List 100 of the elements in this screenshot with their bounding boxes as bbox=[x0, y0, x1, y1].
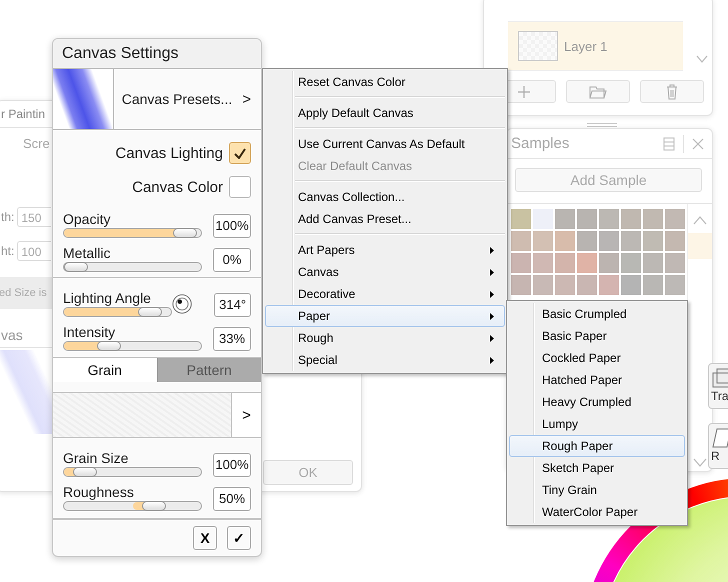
color-swatch[interactable] bbox=[665, 253, 685, 273]
menu-item[interactable]: Add Canvas Preset... bbox=[265, 208, 505, 230]
menu-item[interactable]: Rough bbox=[265, 327, 505, 349]
checkmark-icon bbox=[234, 148, 246, 158]
color-swatch[interactable] bbox=[621, 253, 641, 273]
color-swatch[interactable] bbox=[511, 275, 531, 295]
color-swatch[interactable] bbox=[555, 275, 575, 295]
menu-item[interactable]: Apply Default Canvas bbox=[265, 102, 505, 124]
slider-track[interactable] bbox=[63, 262, 202, 272]
slider-label: Metallic bbox=[63, 245, 112, 261]
value-field[interactable]: 50% bbox=[213, 487, 251, 511]
color-swatch[interactable] bbox=[643, 231, 663, 251]
folder-icon bbox=[589, 84, 607, 98]
menu-item[interactable]: Heavy Crumpled bbox=[509, 391, 685, 413]
color-swatch[interactable] bbox=[511, 231, 531, 251]
color-swatch[interactable] bbox=[643, 253, 663, 273]
slider-thumb[interactable] bbox=[64, 262, 88, 272]
slider-thumb[interactable] bbox=[72, 467, 97, 477]
color-swatch[interactable] bbox=[577, 275, 597, 295]
checkbox[interactable] bbox=[229, 142, 251, 164]
slider-track[interactable] bbox=[63, 501, 202, 511]
menu-item[interactable]: Decorative bbox=[265, 283, 505, 305]
chevron-up-icon[interactable] bbox=[693, 216, 707, 225]
document-icon[interactable] bbox=[663, 136, 675, 150]
color-well[interactable] bbox=[229, 176, 251, 198]
menu-item[interactable]: Reset Canvas Color bbox=[265, 71, 505, 93]
color-swatch[interactable] bbox=[599, 209, 619, 229]
menu-item[interactable]: Basic Paper bbox=[509, 325, 685, 347]
tool-button[interactable]: R bbox=[708, 423, 728, 469]
slider-track[interactable] bbox=[63, 228, 202, 238]
menu-item[interactable]: Lumpy bbox=[509, 413, 685, 435]
cancel-button[interactable]: X bbox=[193, 526, 217, 550]
menu-item[interactable]: Art Papers bbox=[265, 239, 505, 261]
menu-item[interactable]: Canvas Collection... bbox=[265, 186, 505, 208]
color-swatch[interactable] bbox=[511, 209, 531, 229]
next-button[interactable]: > bbox=[231, 393, 261, 437]
slider-track[interactable] bbox=[63, 467, 202, 477]
color-swatch[interactable] bbox=[665, 231, 685, 251]
color-swatch[interactable] bbox=[533, 253, 553, 273]
paper-icon bbox=[711, 428, 728, 448]
menu-item[interactable]: Special bbox=[265, 349, 505, 371]
close-icon[interactable] bbox=[692, 138, 704, 150]
height-label: ht: bbox=[1, 244, 14, 258]
color-swatch[interactable] bbox=[621, 231, 641, 251]
checkbox-label: Canvas Lighting bbox=[115, 144, 223, 162]
menu-item[interactable]: Canvas bbox=[265, 261, 505, 283]
layer-thumbnail bbox=[518, 31, 558, 61]
delete-button[interactable] bbox=[640, 80, 704, 103]
value-field[interactable]: 314° bbox=[214, 293, 251, 317]
color-swatch[interactable] bbox=[621, 209, 641, 229]
color-swatch[interactable] bbox=[643, 275, 663, 295]
value-field[interactable]: 0% bbox=[213, 248, 251, 272]
slider-thumb[interactable] bbox=[138, 307, 162, 317]
color-swatch[interactable] bbox=[533, 275, 553, 295]
menu-item[interactable]: Cockled Paper bbox=[509, 347, 685, 369]
menu-item[interactable]: WaterColor Paper bbox=[509, 501, 685, 523]
menu-item[interactable]: Basic Crumpled bbox=[509, 303, 685, 325]
color-swatch[interactable] bbox=[665, 275, 685, 295]
color-swatch[interactable] bbox=[577, 253, 597, 273]
chevron-down-icon[interactable] bbox=[693, 458, 707, 467]
menu-item[interactable]: Use Current Canvas As Default bbox=[265, 133, 505, 155]
menu-item[interactable]: Paper bbox=[265, 305, 505, 327]
menu-item[interactable]: Hatched Paper bbox=[509, 369, 685, 391]
slider-label: Intensity bbox=[63, 324, 116, 340]
slider-label: Grain Size bbox=[63, 450, 130, 466]
slider-thumb[interactable] bbox=[172, 228, 197, 238]
slider-thumb[interactable] bbox=[97, 341, 122, 351]
color-swatch[interactable] bbox=[533, 231, 553, 251]
color-swatch[interactable] bbox=[643, 209, 663, 229]
trash-icon bbox=[666, 84, 678, 100]
value-field[interactable]: 100% bbox=[213, 214, 251, 238]
tab[interactable]: Grain bbox=[53, 358, 156, 382]
plus-icon bbox=[518, 86, 530, 98]
color-swatch[interactable] bbox=[555, 253, 575, 273]
color-swatch[interactable] bbox=[511, 253, 531, 273]
color-swatch[interactable] bbox=[555, 209, 575, 229]
dial-icon[interactable] bbox=[172, 293, 192, 315]
menu-item[interactable]: Sketch Paper bbox=[509, 457, 685, 479]
color-label: Canvas Color bbox=[132, 178, 223, 196]
color-swatch[interactable] bbox=[599, 253, 619, 273]
color-swatch[interactable] bbox=[599, 275, 619, 295]
slider-track[interactable] bbox=[63, 307, 172, 317]
chevron-down-icon[interactable] bbox=[696, 55, 708, 63]
frames-icon bbox=[711, 368, 728, 388]
menu-item[interactable]: Tiny Grain bbox=[509, 479, 685, 501]
color-swatch[interactable] bbox=[621, 275, 641, 295]
slider-thumb[interactable] bbox=[142, 501, 166, 511]
color-swatch[interactable] bbox=[555, 231, 575, 251]
color-swatch[interactable] bbox=[599, 231, 619, 251]
color-swatch[interactable] bbox=[665, 209, 685, 229]
menu-item[interactable]: Rough Paper bbox=[509, 435, 685, 457]
value-field[interactable]: 33% bbox=[213, 327, 251, 351]
color-swatch[interactable] bbox=[577, 231, 597, 251]
value-field[interactable]: 100% bbox=[213, 453, 251, 477]
slider-label: Roughness bbox=[63, 484, 135, 500]
panel-title: Samples bbox=[511, 135, 570, 152]
color-swatch[interactable] bbox=[577, 209, 597, 229]
folder-button[interactable] bbox=[566, 80, 630, 103]
slider-track[interactable] bbox=[63, 341, 202, 351]
ok-button[interactable]: ✓ bbox=[227, 526, 251, 550]
